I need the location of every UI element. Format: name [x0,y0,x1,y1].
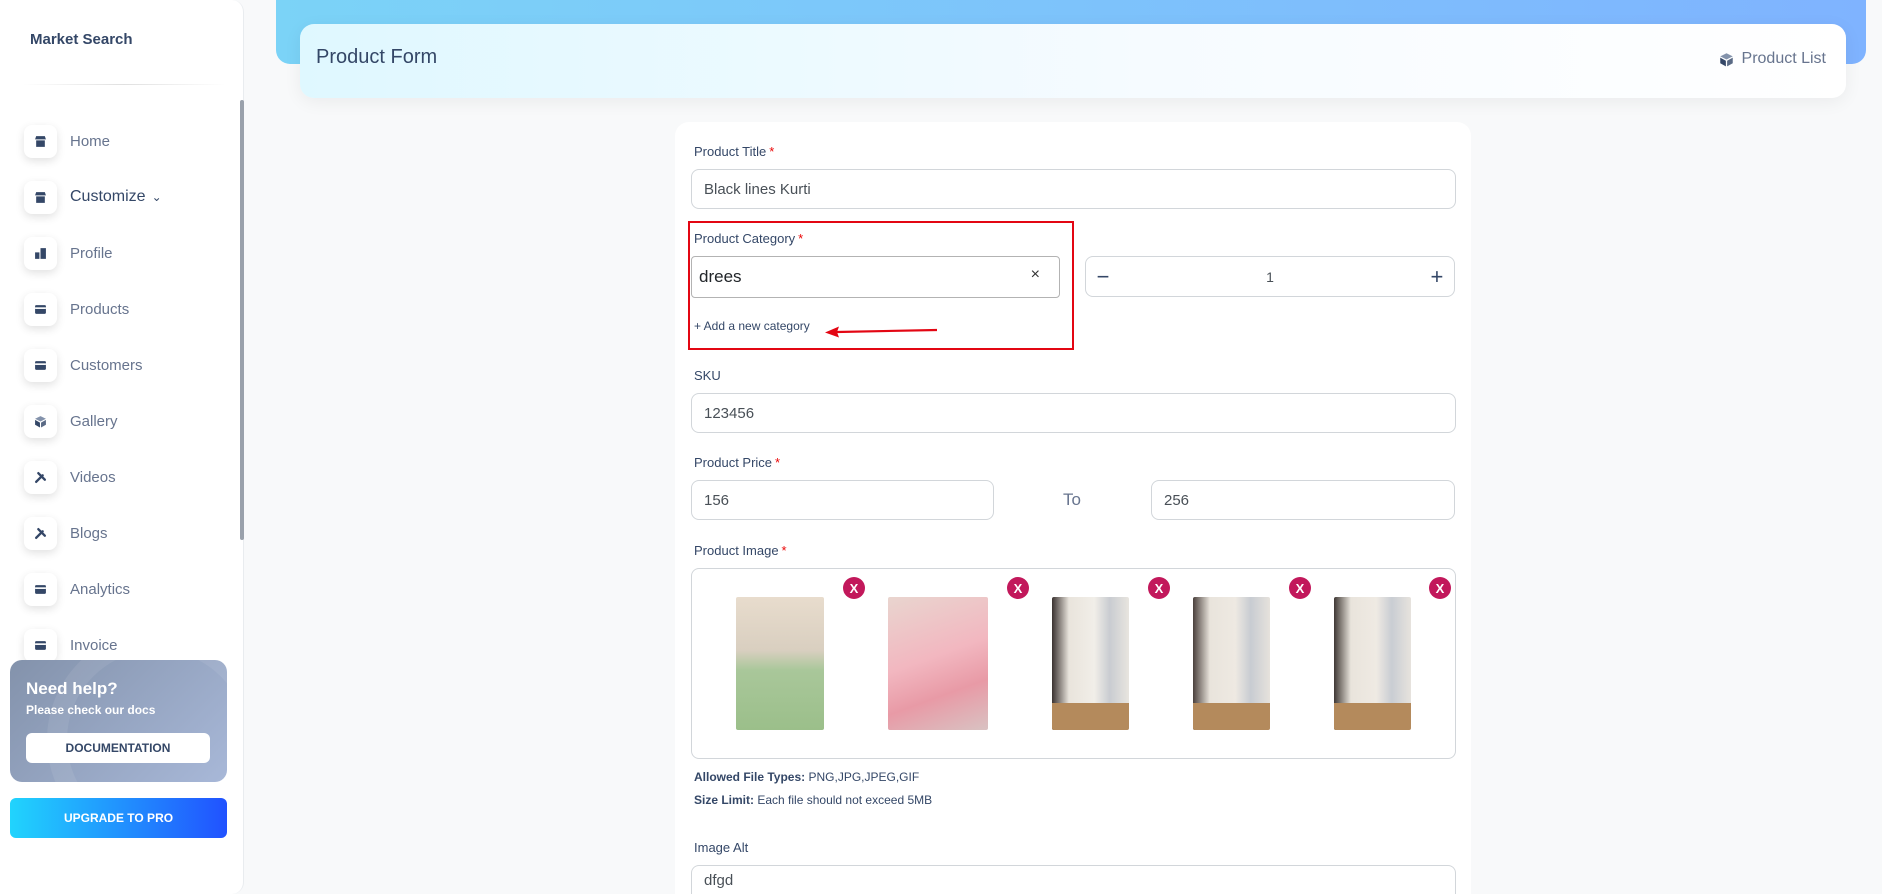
thumb-floor [1193,703,1270,730]
credit-card-icon [24,348,57,382]
sidebar-item-label: Profile [70,244,113,262]
credit-card-icon [24,292,57,326]
upgrade-button[interactable]: UPGRADE TO PRO [10,798,227,838]
sidebar-item-customers[interactable]: Customers [24,337,234,393]
sidebar-item-home[interactable]: Home [24,113,234,169]
product-category-select[interactable]: drees × [691,256,1060,298]
sidebar-item-label: Analytics [70,580,131,598]
annotation-arrow [825,326,938,338]
required-mark: * [798,231,804,246]
product-price-label: Product Price * [694,455,781,470]
sidebar-divider [22,84,226,85]
page-header: Product Form Product List [300,24,1846,98]
sidebar-item-label: Invoice [70,636,118,654]
remove-image-button[interactable]: X [1007,577,1029,599]
office-icon [24,236,57,270]
size-limit-note: Size Limit: Each file should not exceed … [694,793,933,807]
sku-label: SKU [694,368,721,383]
product-image-thumb[interactable] [888,597,988,730]
credit-card-icon [24,572,57,606]
product-title-label: Product Title * [694,144,775,159]
sidebar-item-label: Home [70,132,111,150]
sidebar-item-gallery[interactable]: Gallery [24,393,234,449]
required-mark: * [781,543,787,558]
help-card: Need help? Please check our docs DOCUMEN… [10,660,227,782]
image-alt-input[interactable]: dfgd [691,865,1456,894]
documentation-button[interactable]: DOCUMENTATION [26,733,210,763]
file-types-note: Allowed File Types: PNG,JPG,JPEG,GIF [694,770,920,784]
product-list-link[interactable]: Product List [1719,50,1826,68]
help-subtitle: Please check our docs [26,703,156,717]
product-image-thumb[interactable] [1052,597,1129,730]
brand-name[interactable]: Market Search [30,31,133,48]
sidebar-item-label: Blogs [70,524,108,542]
required-mark: * [775,455,781,470]
sidebar-item-label: Gallery [70,412,118,430]
product-image-thumb[interactable] [1193,597,1270,730]
thumb-floor [1334,703,1411,730]
sidebar-item-profile[interactable]: Profile [24,225,234,281]
tools-icon [24,460,57,494]
price-to-input[interactable]: 256 [1151,480,1455,520]
clear-icon[interactable]: × [1031,266,1040,284]
shop-icon [24,180,57,214]
page-title: Product Form [316,46,438,68]
sidebar-item-label: Videos [70,468,116,486]
quantity-stepper: − 1 + [1085,256,1455,297]
remove-image-button[interactable]: X [1148,577,1170,599]
quantity-value[interactable]: 1 [1266,269,1274,285]
plus-icon[interactable]: + [1420,258,1454,296]
sku-input[interactable]: 123456 [691,393,1456,433]
required-mark: * [769,144,775,159]
shop-icon [24,124,57,158]
product-list-label: Product List [1741,50,1826,67]
help-title: Need help? [26,679,118,698]
credit-card-icon [24,628,57,662]
tools-icon [24,516,57,550]
remove-image-button[interactable]: X [843,577,865,599]
sidebar-item-blogs[interactable]: Blogs [24,505,234,561]
box-icon [24,404,57,438]
sidebar-item-analytics[interactable]: Analytics [24,561,234,617]
box-icon [1719,52,1733,66]
sidebar-item-products[interactable]: Products [24,281,234,337]
price-to-text: To [1063,490,1081,509]
product-image-label: Product Image * [694,543,787,558]
minus-icon[interactable]: − [1086,258,1120,296]
sidebar-item-label: Customers [70,356,143,374]
product-title-input[interactable]: Black lines Kurti [691,169,1456,209]
thumb-floor [1052,703,1129,730]
sidebar-item-customize[interactable]: Customize ⌄ [24,169,234,225]
sidebar: Market Search Home Customize ⌄ Profile P… [0,0,244,894]
add-category-link[interactable]: + Add a new category [694,319,810,333]
chevron-down-icon: ⌄ [151,190,162,204]
sidebar-item-label: Customize [70,188,146,205]
price-from-input[interactable]: 156 [691,480,994,520]
remove-image-button[interactable]: X [1429,577,1451,599]
image-alt-label: Image Alt [694,840,749,855]
product-category-label: Product Category * [694,231,804,246]
product-image-thumb[interactable] [736,597,824,730]
sidebar-scrollbar[interactable] [240,100,244,540]
product-image-thumb[interactable] [1334,597,1411,730]
category-value: drees [699,267,742,286]
sidebar-item-label: Products [70,300,130,318]
remove-image-button[interactable]: X [1289,577,1311,599]
sidebar-item-videos[interactable]: Videos [24,449,234,505]
sidebar-nav: Home Customize ⌄ Profile Products Custom… [24,113,234,673]
